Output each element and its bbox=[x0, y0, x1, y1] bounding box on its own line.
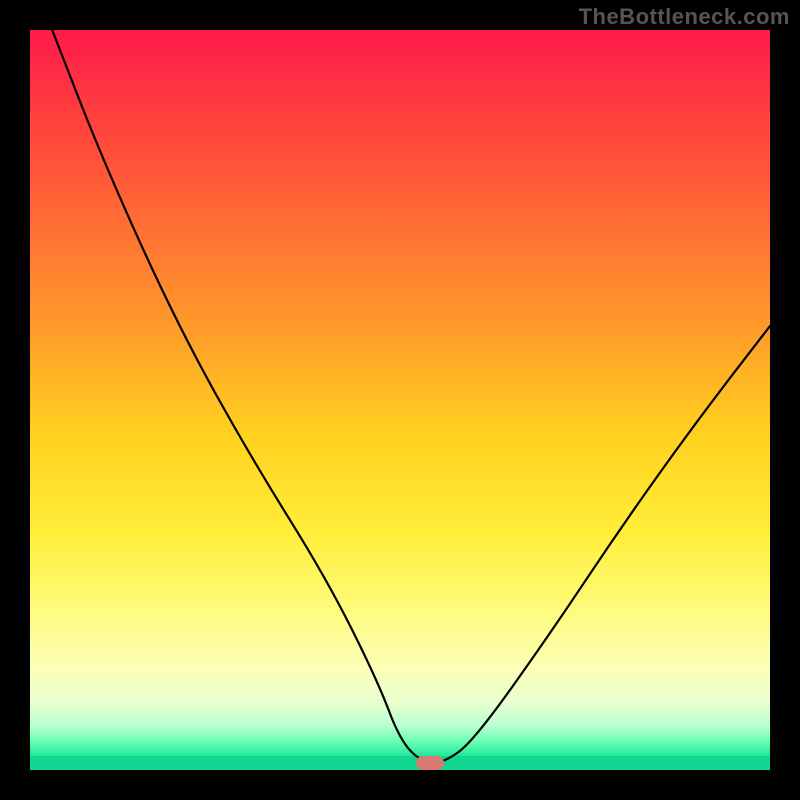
optimum-marker bbox=[416, 756, 444, 770]
plot-area bbox=[30, 30, 770, 770]
bottleneck-curve bbox=[30, 30, 770, 770]
chart-frame: TheBottleneck.com bbox=[0, 0, 800, 800]
watermark-text: TheBottleneck.com bbox=[579, 4, 790, 30]
